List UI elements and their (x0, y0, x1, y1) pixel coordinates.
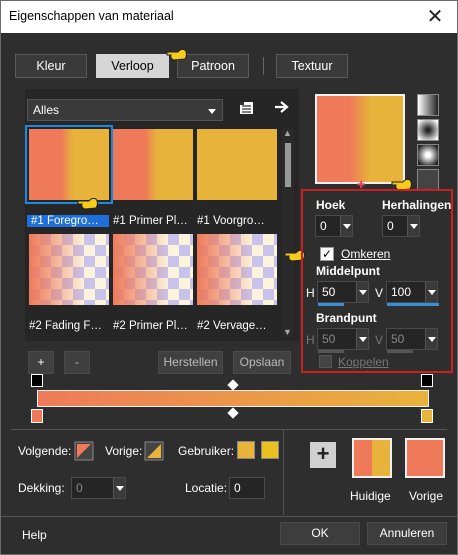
next-swatch[interactable] (74, 441, 94, 461)
radial-style-button[interactable] (417, 144, 439, 166)
gallery-caption: #2 Primer Pl… (113, 320, 188, 332)
tab-kleur[interactable]: Kleur (15, 54, 87, 78)
rectangular-style-button[interactable] (417, 119, 439, 141)
gradient-editor-bar[interactable] (37, 390, 429, 407)
center-label: Middelpunt (316, 264, 380, 278)
midpoint-marker-top[interactable] (227, 379, 239, 391)
link-label[interactable]: Koppelen (338, 355, 389, 369)
gallery-thumbnail[interactable] (197, 129, 277, 200)
title-bar: Eigenschappen van materiaal ✕ (1, 1, 457, 33)
bottom-divider (1, 516, 457, 517)
gallery-thumbnail[interactable] (25, 125, 113, 204)
save-button[interactable]: Opslaan (233, 351, 291, 374)
opacity-label: Dekking: (18, 481, 65, 495)
gallery-scrollbar[interactable]: ▲ ▼ (282, 128, 294, 337)
category-value: Alles (33, 103, 60, 117)
remove-button[interactable]: - (64, 351, 90, 374)
cancel-button[interactable]: Annuleren (367, 522, 447, 545)
scroll-thumb[interactable] (285, 143, 291, 187)
arrow-right-icon[interactable] (273, 99, 291, 115)
linear-style-button[interactable] (417, 94, 439, 116)
next-label: Volgende: (18, 444, 72, 458)
center-v-label: V (375, 286, 384, 300)
repeats-spinner[interactable]: 0 (382, 215, 420, 237)
chevron-down-icon (208, 109, 216, 114)
category-dropdown[interactable]: Alles (27, 99, 223, 121)
color-stop-top-left[interactable] (31, 374, 43, 387)
center-h-label: H (306, 286, 315, 300)
sunburst-style-button[interactable] (417, 169, 439, 191)
browse-folder-icon[interactable] (239, 100, 255, 116)
location-field[interactable]: 0 (229, 477, 265, 499)
gallery-caption: #2 Vervage… (197, 320, 267, 332)
gallery-thumbnail[interactable] (29, 234, 109, 305)
user-label: Gebruiker: (178, 444, 235, 458)
previous-swatch[interactable] (405, 438, 445, 478)
prev-swatch[interactable] (144, 441, 164, 461)
current-swatch[interactable] (352, 438, 392, 478)
prev-label: Vorige: (105, 444, 143, 458)
add-color-button[interactable]: + (310, 442, 336, 468)
ok-button[interactable]: OK (280, 522, 360, 545)
focal-label: Brandpunt (316, 311, 377, 325)
window-title: Eigenschappen van materiaal (9, 9, 174, 23)
divider-vertical (283, 429, 284, 515)
gallery-caption: #1 Primer Pl… (113, 215, 188, 227)
restore-button[interactable]: Herstellen (158, 351, 223, 374)
previous-label: Vorige (409, 489, 444, 503)
tab-verloop[interactable]: Verloop (96, 54, 169, 78)
opacity-spinner[interactable]: 0 (71, 477, 126, 499)
midpoint-marker-bottom[interactable] (227, 407, 239, 419)
focal-h-label: H (306, 333, 315, 347)
gradient-preview[interactable] (315, 94, 405, 184)
help-button[interactable]: Help (22, 528, 47, 542)
gallery-thumbnail[interactable] (113, 234, 193, 305)
tab-separator (263, 57, 264, 75)
user-swatch-1[interactable] (237, 441, 255, 459)
divider (11, 429, 447, 430)
material-properties-dialog: Eigenschappen van materiaal ✕ Kleur Verl… (0, 0, 458, 555)
gallery-caption: #1 Foregro… (27, 215, 109, 227)
focal-v-spinner[interactable]: 50 (386, 328, 438, 353)
focal-h-spinner[interactable]: 50 (317, 328, 369, 353)
center-h-spinner[interactable]: 50 (317, 281, 369, 306)
current-label: Huidige (350, 489, 391, 503)
scroll-up-icon[interactable]: ▲ (283, 128, 292, 138)
add-button[interactable]: + (28, 351, 54, 374)
invert-checkbox[interactable]: ✓ (320, 247, 334, 261)
tab-textuur[interactable]: Textuur (276, 54, 348, 78)
location-label: Locatie: (185, 481, 228, 495)
pointing-hand-icon (77, 197, 98, 210)
gallery-thumbnail[interactable] (113, 129, 193, 200)
color-stop-end[interactable] (421, 409, 433, 423)
angle-label: Hoek (316, 198, 346, 212)
repeats-label: Herhalingen (382, 198, 452, 212)
link-checkbox[interactable] (319, 355, 332, 368)
pointing-hand-icon (166, 48, 187, 61)
gallery-thumbnail[interactable] (197, 234, 277, 305)
focal-v-label: V (375, 333, 384, 347)
invert-label[interactable]: Omkeren (341, 247, 390, 261)
color-stop-top-right[interactable] (421, 374, 433, 387)
scroll-down-icon[interactable]: ▼ (283, 327, 292, 337)
user-swatch-2[interactable] (261, 441, 279, 459)
gallery-caption: #2 Fading F… (29, 320, 102, 332)
close-icon[interactable]: ✕ (423, 5, 447, 29)
gallery-caption: #1 Voorgro… (197, 215, 265, 227)
color-stop-start[interactable] (31, 409, 43, 423)
center-v-spinner[interactable]: 100 (386, 281, 439, 306)
angle-spinner[interactable]: 0 (315, 215, 353, 237)
